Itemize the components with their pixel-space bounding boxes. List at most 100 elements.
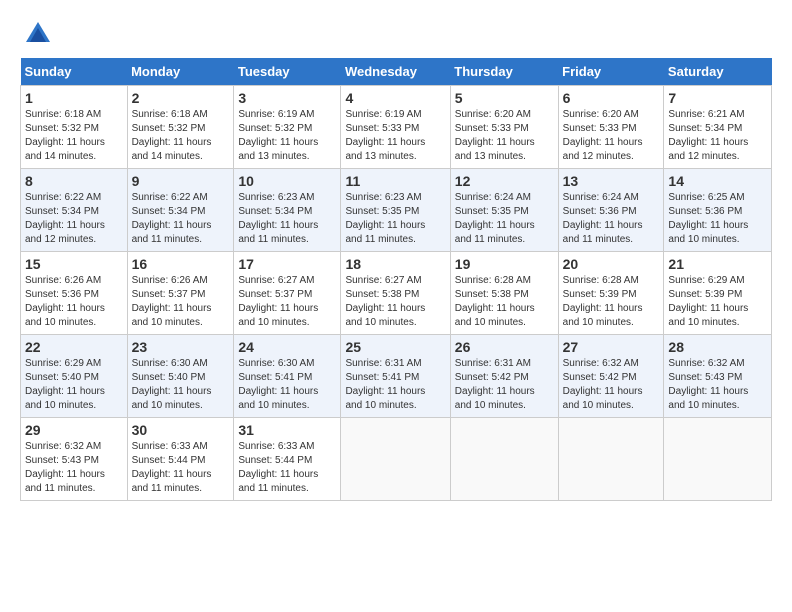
calendar-cell: 21 Sunrise: 6:29 AMSunset: 5:39 PMDayligh… — [664, 252, 772, 335]
calendar-week-2: 8 Sunrise: 6:22 AMSunset: 5:34 PMDaylight… — [21, 169, 772, 252]
calendar-cell: 3 Sunrise: 6:19 AMSunset: 5:32 PMDaylight… — [234, 86, 341, 169]
calendar-cell: 18 Sunrise: 6:27 AMSunset: 5:38 PMDayligh… — [341, 252, 450, 335]
day-info: Sunrise: 6:32 AMSunset: 5:43 PMDaylight:… — [668, 357, 767, 413]
day-number: 31 — [238, 422, 336, 438]
day-info: Sunrise: 6:18 AMSunset: 5:32 PMDaylight:… — [25, 108, 123, 164]
calendar-week-1: 1Sunrise: 6:18 AMSunset: 5:32 PMDaylight… — [21, 86, 772, 169]
day-info: Sunrise: 6:24 AMSunset: 5:35 PMDaylight:… — [455, 191, 554, 247]
calendar-cell: 29 Sunrise: 6:32 AMSunset: 5:43 PMDayligh… — [21, 418, 128, 501]
day-number: 12 — [455, 173, 554, 189]
day-info: Sunrise: 6:31 AMSunset: 5:41 PMDaylight:… — [345, 357, 445, 413]
day-info: Sunrise: 6:28 AMSunset: 5:38 PMDaylight:… — [455, 274, 554, 330]
calendar-cell: 16Sunrise: 6:26 AMSunset: 5:37 PMDayligh… — [127, 252, 234, 335]
day-number: 7 — [668, 90, 767, 106]
calendar-cell: 11 Sunrise: 6:23 AMSunset: 5:35 PMDayligh… — [341, 169, 450, 252]
day-info: Sunrise: 6:33 AMSunset: 5:44 PMDaylight:… — [132, 440, 230, 496]
calendar-cell — [558, 418, 664, 501]
calendar-cell: 6 Sunrise: 6:20 AMSunset: 5:33 PMDaylight… — [558, 86, 664, 169]
day-number: 16 — [132, 256, 230, 272]
day-number: 25 — [345, 339, 445, 355]
day-number: 14 — [668, 173, 767, 189]
logo — [20, 20, 52, 48]
calendar-cell — [664, 418, 772, 501]
calendar-cell: 5 Sunrise: 6:20 AMSunset: 5:33 PMDaylight… — [450, 86, 558, 169]
day-info: Sunrise: 6:20 AMSunset: 5:33 PMDaylight:… — [455, 108, 554, 164]
day-number: 29 — [25, 422, 123, 438]
calendar-week-3: 15 Sunrise: 6:26 AMSunset: 5:36 PMDayligh… — [21, 252, 772, 335]
day-number: 24 — [238, 339, 336, 355]
calendar-cell: 12 Sunrise: 6:24 AMSunset: 5:35 PMDayligh… — [450, 169, 558, 252]
day-info: Sunrise: 6:25 AMSunset: 5:36 PMDaylight:… — [668, 191, 767, 247]
day-info: Sunrise: 6:18 AMSunset: 5:32 PMDaylight:… — [132, 108, 230, 164]
calendar-week-5: 29 Sunrise: 6:32 AMSunset: 5:43 PMDayligh… — [21, 418, 772, 501]
calendar-header-wednesday: Wednesday — [341, 58, 450, 86]
day-number: 27 — [563, 339, 660, 355]
day-number: 19 — [455, 256, 554, 272]
calendar-header-sunday: Sunday — [21, 58, 128, 86]
calendar-week-4: 22Sunrise: 6:29 AMSunset: 5:40 PMDayligh… — [21, 335, 772, 418]
day-info: Sunrise: 6:33 AMSunset: 5:44 PMDaylight:… — [238, 440, 336, 496]
day-number: 26 — [455, 339, 554, 355]
day-number: 28 — [668, 339, 767, 355]
calendar-cell: 10 Sunrise: 6:23 AMSunset: 5:34 PMDayligh… — [234, 169, 341, 252]
day-info: Sunrise: 6:21 AMSunset: 5:34 PMDaylight:… — [668, 108, 767, 164]
calendar-cell: 23Sunrise: 6:30 AMSunset: 5:40 PMDayligh… — [127, 335, 234, 418]
calendar-table: SundayMondayTuesdayWednesdayThursdayFrid… — [20, 58, 772, 501]
calendar-cell: 20 Sunrise: 6:28 AMSunset: 5:39 PMDayligh… — [558, 252, 664, 335]
calendar-cell: 25 Sunrise: 6:31 AMSunset: 5:41 PMDayligh… — [341, 335, 450, 418]
day-number: 9 — [132, 173, 230, 189]
day-number: 4 — [345, 90, 445, 106]
calendar-cell: 31 Sunrise: 6:33 AMSunset: 5:44 PMDayligh… — [234, 418, 341, 501]
day-info: Sunrise: 6:27 AMSunset: 5:37 PMDaylight:… — [238, 274, 336, 330]
day-number: 3 — [238, 90, 336, 106]
header-row: SundayMondayTuesdayWednesdayThursdayFrid… — [21, 58, 772, 86]
day-number: 10 — [238, 173, 336, 189]
calendar-cell: 2 Sunrise: 6:18 AMSunset: 5:32 PMDaylight… — [127, 86, 234, 169]
day-info: Sunrise: 6:23 AMSunset: 5:35 PMDaylight:… — [345, 191, 445, 247]
calendar-cell: 30 Sunrise: 6:33 AMSunset: 5:44 PMDayligh… — [127, 418, 234, 501]
calendar-cell: 15 Sunrise: 6:26 AMSunset: 5:36 PMDayligh… — [21, 252, 128, 335]
day-info: Sunrise: 6:29 AMSunset: 5:39 PMDaylight:… — [668, 274, 767, 330]
calendar-cell: 22Sunrise: 6:29 AMSunset: 5:40 PMDayligh… — [21, 335, 128, 418]
day-number: 18 — [345, 256, 445, 272]
day-number: 22 — [25, 339, 123, 355]
day-info: Sunrise: 6:32 AMSunset: 5:43 PMDaylight:… — [25, 440, 123, 496]
day-number: 30 — [132, 422, 230, 438]
calendar-header-saturday: Saturday — [664, 58, 772, 86]
day-info: Sunrise: 6:26 AMSunset: 5:36 PMDaylight:… — [25, 274, 123, 330]
calendar-cell: 7 Sunrise: 6:21 AMSunset: 5:34 PMDaylight… — [664, 86, 772, 169]
day-number: 17 — [238, 256, 336, 272]
day-info: Sunrise: 6:20 AMSunset: 5:33 PMDaylight:… — [563, 108, 660, 164]
day-number: 2 — [132, 90, 230, 106]
calendar-cell: 1Sunrise: 6:18 AMSunset: 5:32 PMDaylight… — [21, 86, 128, 169]
day-info: Sunrise: 6:23 AMSunset: 5:34 PMDaylight:… — [238, 191, 336, 247]
day-number: 5 — [455, 90, 554, 106]
day-number: 15 — [25, 256, 123, 272]
day-number: 6 — [563, 90, 660, 106]
day-info: Sunrise: 6:22 AMSunset: 5:34 PMDaylight:… — [25, 191, 123, 247]
day-number: 8 — [25, 173, 123, 189]
day-info: Sunrise: 6:24 AMSunset: 5:36 PMDaylight:… — [563, 191, 660, 247]
calendar-header-thursday: Thursday — [450, 58, 558, 86]
day-number: 23 — [132, 339, 230, 355]
logo-icon — [24, 20, 52, 48]
day-number: 11 — [345, 173, 445, 189]
calendar-cell: 28 Sunrise: 6:32 AMSunset: 5:43 PMDayligh… — [664, 335, 772, 418]
day-number: 21 — [668, 256, 767, 272]
day-info: Sunrise: 6:19 AMSunset: 5:32 PMDaylight:… — [238, 108, 336, 164]
day-info: Sunrise: 6:22 AMSunset: 5:34 PMDaylight:… — [132, 191, 230, 247]
calendar-cell: 17 Sunrise: 6:27 AMSunset: 5:37 PMDayligh… — [234, 252, 341, 335]
calendar-cell: 19 Sunrise: 6:28 AMSunset: 5:38 PMDayligh… — [450, 252, 558, 335]
day-number: 20 — [563, 256, 660, 272]
calendar-header-monday: Monday — [127, 58, 234, 86]
day-info: Sunrise: 6:28 AMSunset: 5:39 PMDaylight:… — [563, 274, 660, 330]
calendar-cell: 13Sunrise: 6:24 AMSunset: 5:36 PMDayligh… — [558, 169, 664, 252]
calendar-cell: 26Sunrise: 6:31 AMSunset: 5:42 PMDayligh… — [450, 335, 558, 418]
page-header — [20, 20, 772, 48]
calendar-header-tuesday: Tuesday — [234, 58, 341, 86]
calendar-cell: 4 Sunrise: 6:19 AMSunset: 5:33 PMDaylight… — [341, 86, 450, 169]
day-info: Sunrise: 6:19 AMSunset: 5:33 PMDaylight:… — [345, 108, 445, 164]
calendar-cell — [450, 418, 558, 501]
day-info: Sunrise: 6:27 AMSunset: 5:38 PMDaylight:… — [345, 274, 445, 330]
calendar-header-friday: Friday — [558, 58, 664, 86]
